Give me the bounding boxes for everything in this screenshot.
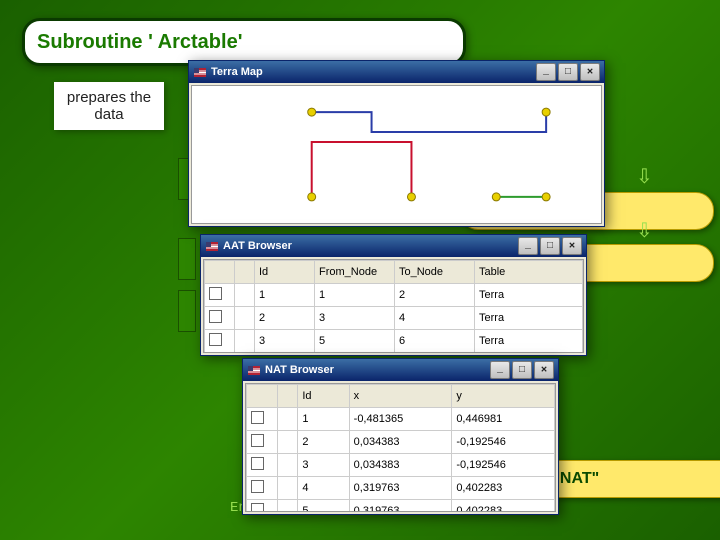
cell: 1 — [298, 408, 349, 431]
table-row[interactable]: 30,034383-0,192546 — [247, 454, 555, 477]
cell: 4 — [395, 307, 475, 330]
cell: 0,402283 — [452, 500, 555, 513]
aat-browser-window: AAT Browser _ □ ✕ Id From_Node To_Node T… — [200, 234, 587, 356]
map-svg — [192, 86, 601, 223]
cell: Terra — [475, 330, 583, 353]
checkbox[interactable] — [251, 434, 264, 447]
checkbox[interactable] — [251, 411, 264, 424]
cell: 2 — [395, 284, 475, 307]
cell: 0,402283 — [452, 477, 555, 500]
col-header[interactable]: From_Node — [315, 261, 395, 284]
col-header[interactable]: y — [452, 385, 555, 408]
col-header[interactable]: To_Node — [395, 261, 475, 284]
cell: 1 — [315, 284, 395, 307]
window-title: AAT Browser — [223, 240, 518, 252]
cell: 2 — [298, 431, 349, 454]
minimize-button[interactable]: _ — [536, 63, 556, 81]
prepares-data-label: prepares the data — [54, 82, 164, 130]
title-box: Subroutine ' Arctable' — [22, 18, 466, 66]
node[interactable] — [308, 193, 316, 201]
node[interactable] — [492, 193, 500, 201]
arc[interactable] — [312, 112, 546, 132]
close-button[interactable]: ✕ — [580, 63, 600, 81]
table-row[interactable]: 20,034383-0,192546 — [247, 431, 555, 454]
titlebar[interactable]: Terra Map _ □ ✕ — [189, 61, 604, 83]
node[interactable] — [542, 108, 550, 116]
nat-browser-window: NAT Browser _ □ ✕ Id x y 1-0,4813650,446… — [242, 358, 559, 515]
cell: -0,192546 — [452, 431, 555, 454]
aat-rows: 112Terra234Terra356Terra — [205, 284, 583, 353]
node[interactable] — [542, 193, 550, 201]
cell: 4 — [298, 477, 349, 500]
down-arrow-icon: ⇩ — [636, 164, 650, 188]
table-row[interactable]: 356Terra — [205, 330, 583, 353]
checkbox[interactable] — [251, 480, 264, 493]
col-header[interactable]: Id — [255, 261, 315, 284]
cell: 3 — [298, 454, 349, 477]
down-arrow-icon: ⇩ — [636, 218, 650, 242]
checkbox[interactable] — [209, 333, 222, 346]
maximize-button[interactable]: □ — [512, 361, 532, 379]
terra-map-window: Terra Map _ □ ✕ — [188, 60, 605, 227]
minimize-button[interactable]: _ — [490, 361, 510, 379]
close-button[interactable]: ✕ — [562, 237, 582, 255]
cell: 0,319763 — [349, 477, 452, 500]
close-button[interactable]: ✕ — [534, 361, 554, 379]
table-row[interactable]: 40,3197630,402283 — [247, 477, 555, 500]
flag-icon — [205, 239, 219, 253]
nat-body: Id x y 1-0,4813650,44698120,034383-0,192… — [245, 383, 556, 512]
aat-body: Id From_Node To_Node Table 112Terra234Te… — [203, 259, 584, 353]
bg-block — [178, 238, 196, 280]
cell: 1 — [255, 284, 315, 307]
map-canvas[interactable] — [191, 85, 602, 224]
cell: 3 — [315, 307, 395, 330]
checkbox[interactable] — [251, 457, 264, 470]
cell: 2 — [255, 307, 315, 330]
cell: 0,034383 — [349, 431, 452, 454]
cell: 3 — [255, 330, 315, 353]
flag-icon — [247, 363, 261, 377]
nat-rows: 1-0,4813650,44698120,034383-0,19254630,0… — [247, 408, 555, 513]
cell: -0,481365 — [349, 408, 452, 431]
cell: 0,319763 — [349, 500, 452, 513]
aat-table[interactable]: Id From_Node To_Node Table 112Terra234Te… — [204, 260, 583, 353]
window-title: Terra Map — [211, 66, 536, 78]
cell: 0,446981 — [452, 408, 555, 431]
table-row[interactable]: 50,3197630,402283 — [247, 500, 555, 513]
maximize-button[interactable]: □ — [558, 63, 578, 81]
col-header[interactable]: Table — [475, 261, 583, 284]
minimize-button[interactable]: _ — [518, 237, 538, 255]
cell: -0,192546 — [452, 454, 555, 477]
table-row[interactable]: 112Terra — [205, 284, 583, 307]
table-row[interactable]: 234Terra — [205, 307, 583, 330]
cell: Terra — [475, 284, 583, 307]
checkbox[interactable] — [251, 503, 264, 512]
bg-block — [178, 290, 196, 332]
titlebar[interactable]: AAT Browser _ □ ✕ — [201, 235, 586, 257]
node[interactable] — [308, 108, 316, 116]
col-header[interactable]: Id — [298, 385, 349, 408]
cell: 6 — [395, 330, 475, 353]
nat-table[interactable]: Id x y 1-0,4813650,44698120,034383-0,192… — [246, 384, 555, 512]
window-title: NAT Browser — [265, 364, 490, 376]
cell: 0,034383 — [349, 454, 452, 477]
titlebar[interactable]: NAT Browser _ □ ✕ — [243, 359, 558, 381]
cell: 5 — [298, 500, 349, 513]
node[interactable] — [407, 193, 415, 201]
cell: Terra — [475, 307, 583, 330]
table-row[interactable]: 1-0,4813650,446981 — [247, 408, 555, 431]
col-header[interactable]: x — [349, 385, 452, 408]
cell: 5 — [315, 330, 395, 353]
maximize-button[interactable]: □ — [540, 237, 560, 255]
flag-icon — [193, 65, 207, 79]
arc[interactable] — [312, 142, 412, 197]
checkbox[interactable] — [209, 287, 222, 300]
checkbox[interactable] — [209, 310, 222, 323]
